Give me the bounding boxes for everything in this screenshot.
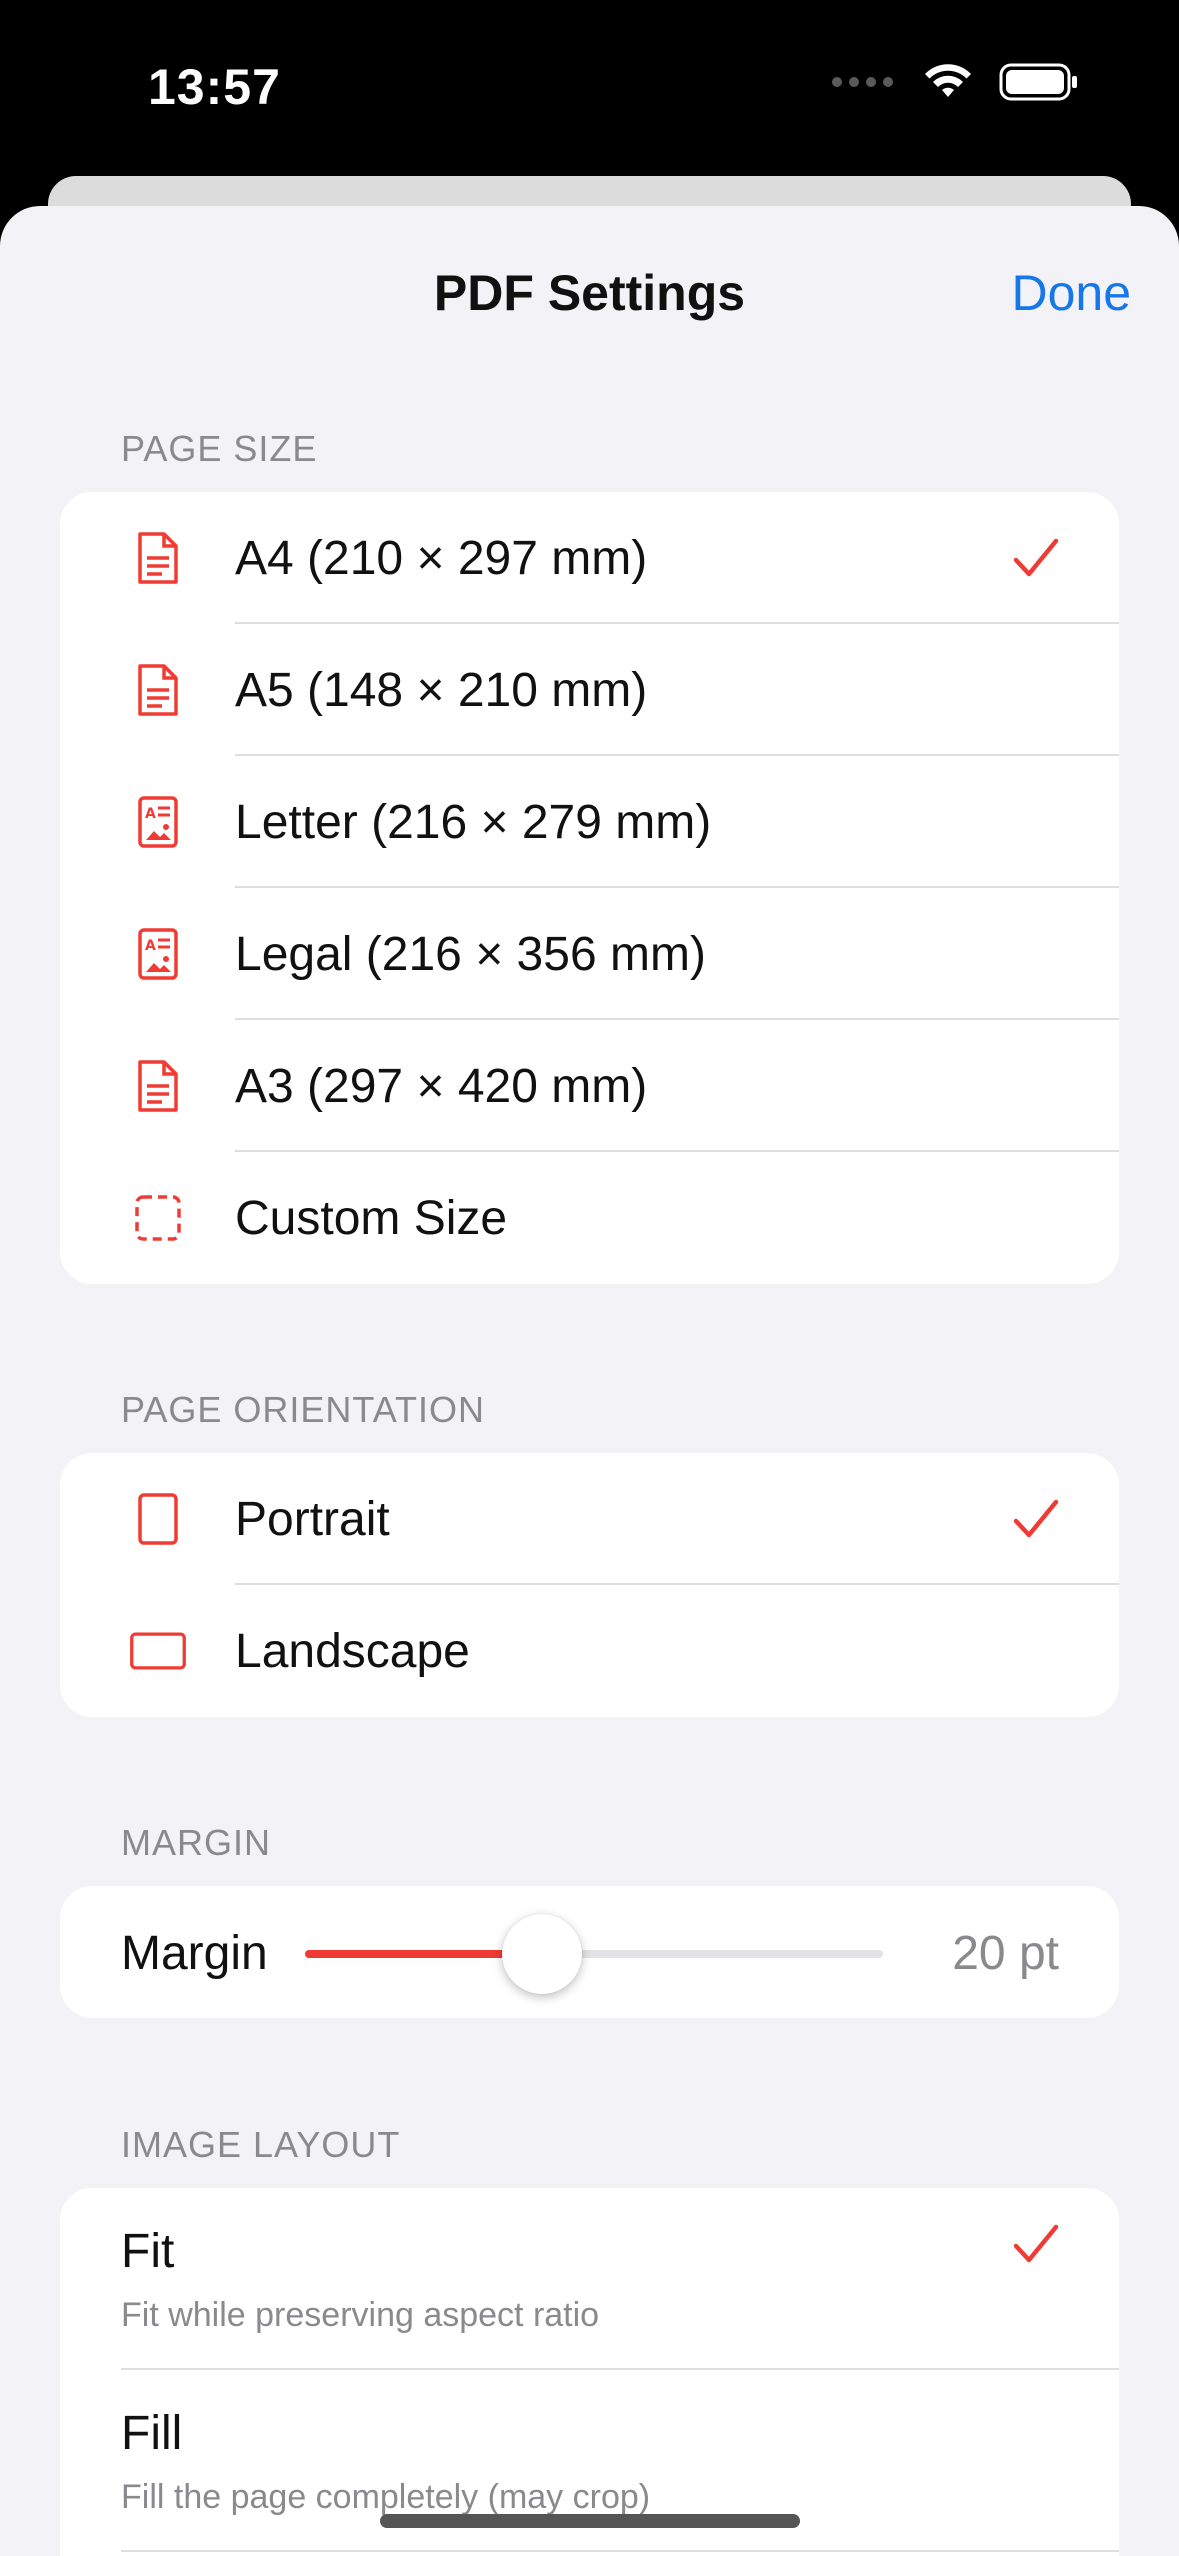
done-button[interactable]: Done (1011, 264, 1131, 322)
layout-title: Fit (121, 2225, 175, 2278)
page-size-label: A5 (148 × 210 mm) (235, 663, 648, 717)
page-title: PDF Settings (433, 265, 746, 321)
layout-title: Fill (121, 2407, 183, 2460)
section-header-margin: MARGIN (121, 1822, 271, 1863)
orientation-group: Portrait Landscape (60, 1453, 1119, 1717)
checkmark-icon (1013, 1499, 1059, 1538)
home-indicator[interactable] (380, 2514, 800, 2528)
doc-text-icon (128, 528, 188, 588)
orientation-label: Landscape (235, 1624, 470, 1678)
orientation-portrait-row[interactable]: Portrait (60, 1453, 1119, 1585)
margin-value: 20 pt (952, 1927, 1059, 1980)
page-size-group: A4 (210 × 297 mm) A5 (148 × 210 mm) A Le… (60, 492, 1119, 1284)
margin-slider-thumb[interactable] (501, 1914, 582, 1994)
doc-text-icon (128, 1056, 188, 1116)
divider (121, 2550, 1119, 2552)
orientation-label: Portrait (235, 1492, 390, 1546)
margin-row: Margin 20 pt (60, 1886, 1119, 2018)
signal-dots-icon (832, 77, 893, 87)
section-header-orientation: PAGE ORIENTATION (121, 1389, 486, 1430)
page-size-legal-row[interactable]: A Legal (216 × 356 mm) (60, 888, 1119, 1020)
status-bar: 13:57 (0, 0, 1179, 176)
section-header-image-layout: IMAGE LAYOUT (121, 2124, 401, 2165)
doc-text-icon (128, 660, 188, 720)
layout-subtitle: Fill the page completely (may crop) (121, 2478, 651, 2516)
doc-richtext-icon: A (128, 792, 188, 852)
status-time: 13:57 (148, 59, 281, 115)
image-layout-fit-row[interactable]: Fit Fit while preserving aspect ratio (60, 2188, 1119, 2370)
status-icons (832, 62, 1079, 102)
page-size-label: A3 (297 × 420 mm) (235, 1059, 648, 1113)
page-size-label: A4 (210 × 297 mm) (235, 531, 648, 585)
landscape-rect-icon (128, 1621, 188, 1681)
margin-label: Margin (121, 1927, 268, 1980)
pdf-settings-sheet: PDF Settings Done PAGE SIZE A4 (210 × 29… (0, 206, 1179, 2556)
svg-text:A: A (145, 938, 156, 954)
doc-richtext-icon: A (128, 924, 188, 984)
page-size-a4-row[interactable]: A4 (210 × 297 mm) (60, 492, 1119, 624)
wifi-icon (925, 64, 971, 97)
checkmark-icon (1013, 2224, 1059, 2263)
margin-slider[interactable] (305, 1950, 883, 1958)
layout-subtitle: Fit while preserving aspect ratio (121, 2296, 600, 2334)
section-header-page-size: PAGE SIZE (121, 428, 318, 469)
page-size-label: Letter (216 × 279 mm) (235, 795, 712, 849)
portrait-rect-icon (128, 1489, 188, 1549)
orientation-landscape-row[interactable]: Landscape (60, 1585, 1119, 1717)
page-size-letter-row[interactable]: A Letter (216 × 279 mm) (60, 756, 1119, 888)
page-size-a5-row[interactable]: A5 (148 × 210 mm) (60, 624, 1119, 756)
page-size-label: Custom Size (235, 1191, 508, 1245)
image-layout-group: Fit Fit while preserving aspect ratio Fi… (60, 2188, 1119, 2556)
page-size-custom-row[interactable]: Custom Size (60, 1152, 1119, 1284)
checkmark-icon (1013, 538, 1059, 577)
page-size-a3-row[interactable]: A3 (297 × 420 mm) (60, 1020, 1119, 1152)
svg-text:A: A (145, 806, 156, 822)
dashed-square-icon (128, 1188, 188, 1248)
page-size-label: Legal (216 × 356 mm) (235, 927, 706, 981)
battery-icon (999, 63, 1077, 101)
margin-group: Margin 20 pt (60, 1886, 1119, 2018)
